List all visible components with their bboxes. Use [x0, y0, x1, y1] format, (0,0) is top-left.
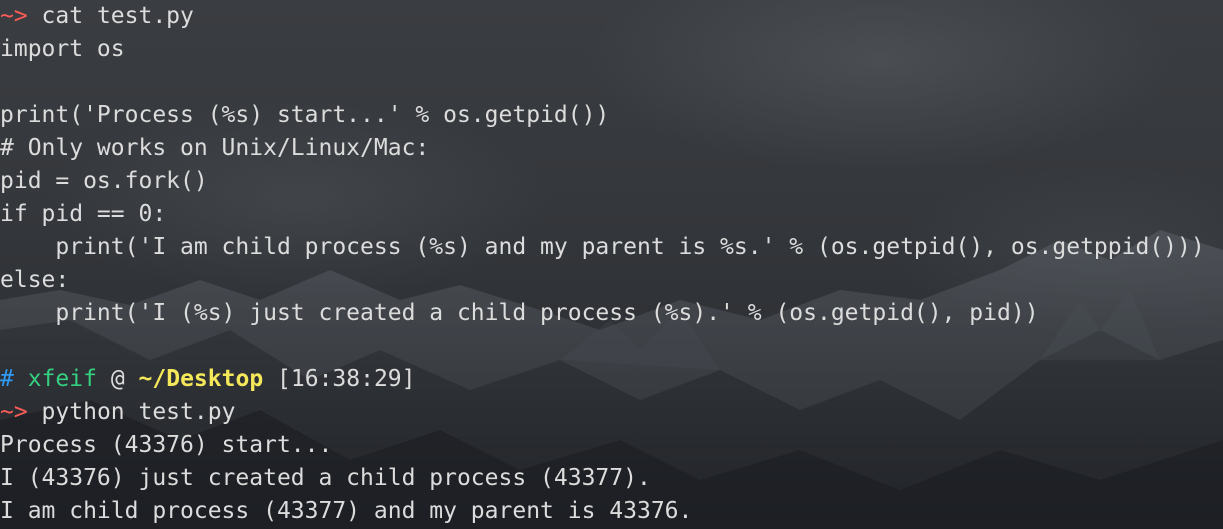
output-line: print('I am child process (%s) and my pa…: [0, 231, 1223, 264]
prompt-at: @: [110, 366, 125, 392]
output-line: if pid == 0:: [0, 198, 1223, 231]
prompt-user: xfeif: [27, 366, 97, 392]
output-text: print('Process (%s) start...' % os.getpi…: [0, 102, 610, 128]
prompt-arrow: ~>: [0, 3, 28, 29]
command-line: ~> python test.py: [0, 396, 1223, 429]
output-text: I am child process (43377) and my parent…: [0, 498, 693, 524]
output-text: I (43376) just created a child process (…: [0, 465, 651, 491]
output-text: import os: [0, 36, 125, 62]
output-text: else:: [0, 267, 70, 293]
prompt-arrow: ~>: [0, 399, 28, 425]
output-text: if pid == 0:: [0, 201, 167, 227]
terminal-window[interactable]: ~> cat test.py import os print('Process (%…: [0, 0, 1223, 529]
output-line: else:: [0, 264, 1223, 297]
output-line: import os: [0, 33, 1223, 66]
prompt-status-line: # xfeif @ ~/Desktop [16:38:29]: [0, 363, 1223, 396]
prompt-path: ~/Desktop: [138, 366, 264, 392]
command-text: python test.py: [27, 399, 236, 425]
prompt-time: [16:38:29]: [277, 366, 416, 392]
output-line: I am child process (43377) and my parent…: [0, 495, 1223, 528]
output-line: print('Process (%s) start...' % os.getpi…: [0, 99, 1223, 132]
output-line: pid = os.fork(): [0, 165, 1223, 198]
output-text: # Only works on Unix/Linux/Mac:: [0, 135, 430, 161]
output-line: Process (43376) start...: [0, 429, 1223, 462]
output-text: print('I (%s) just created a child proce…: [0, 300, 1039, 326]
output-line: I (43376) just created a child process (…: [0, 462, 1223, 495]
prompt-hash: #: [0, 366, 14, 392]
output-line: print('I (%s) just created a child proce…: [0, 297, 1223, 330]
output-text: print('I am child process (%s) and my pa…: [0, 234, 1205, 260]
command-line: ~> cat test.py: [0, 0, 1223, 33]
output-text: Process (43376) start...: [0, 432, 333, 458]
command-text: cat test.py: [27, 3, 194, 29]
output-text: pid = os.fork(): [0, 168, 208, 194]
terminal-output: ~> cat test.py import os print('Process (%…: [0, 0, 1223, 528]
output-line: # Only works on Unix/Linux/Mac:: [0, 132, 1223, 165]
